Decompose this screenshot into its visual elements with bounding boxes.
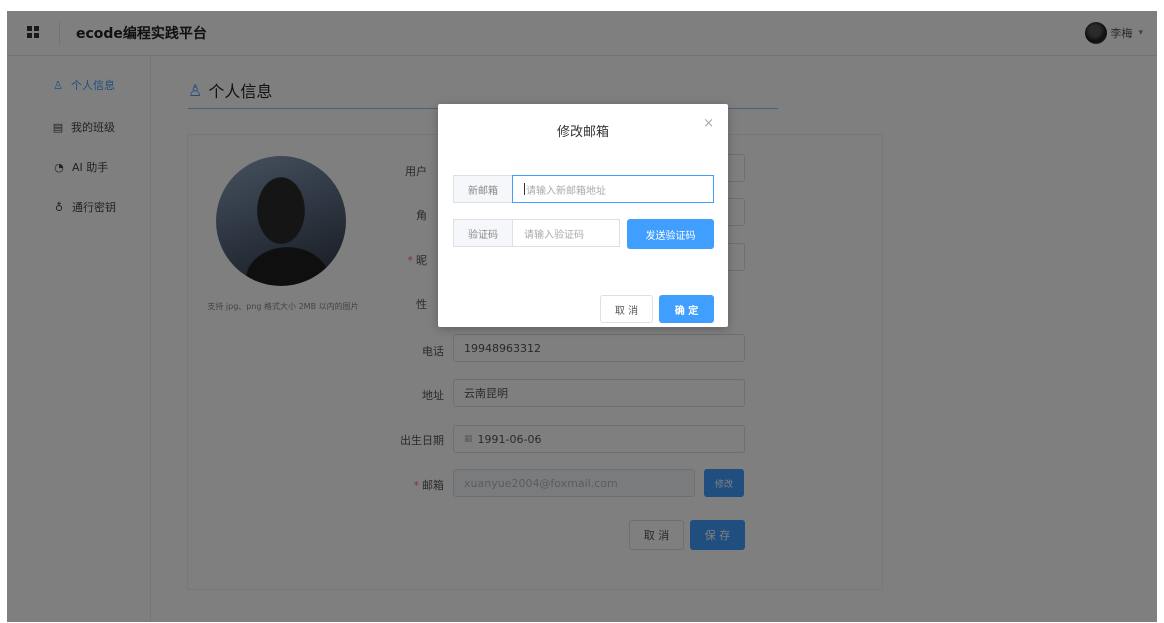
dialog-cancel-button[interactable]: 取 消 [600, 295, 653, 323]
code-input[interactable]: 请输入验证码 [512, 219, 620, 247]
new-email-input[interactable]: 请输入新邮箱地址 [512, 175, 714, 203]
dialog-confirm-button[interactable]: 确 定 [659, 295, 714, 323]
dialog-title: 修改邮箱 [556, 125, 609, 140]
text-caret [524, 183, 525, 195]
new-email-label: 新邮箱 [453, 175, 513, 203]
change-email-dialog: 修改邮箱 × 新邮箱 请输入新邮箱地址 验证码 请输入验证码 发送验证码 取 消… [438, 104, 728, 327]
send-code-button[interactable]: 发送验证码 [627, 219, 714, 249]
app-window: ecode编程实践平台 李梅 ▾ ♙ 个人信息 ▤ 我的班级 ◔ AI 助手 ♁… [7, 11, 1157, 622]
close-icon[interactable]: × [703, 116, 714, 131]
code-label: 验证码 [453, 219, 513, 247]
new-email-placeholder: 请输入新邮箱地址 [526, 185, 606, 197]
code-placeholder: 请输入验证码 [524, 229, 584, 241]
